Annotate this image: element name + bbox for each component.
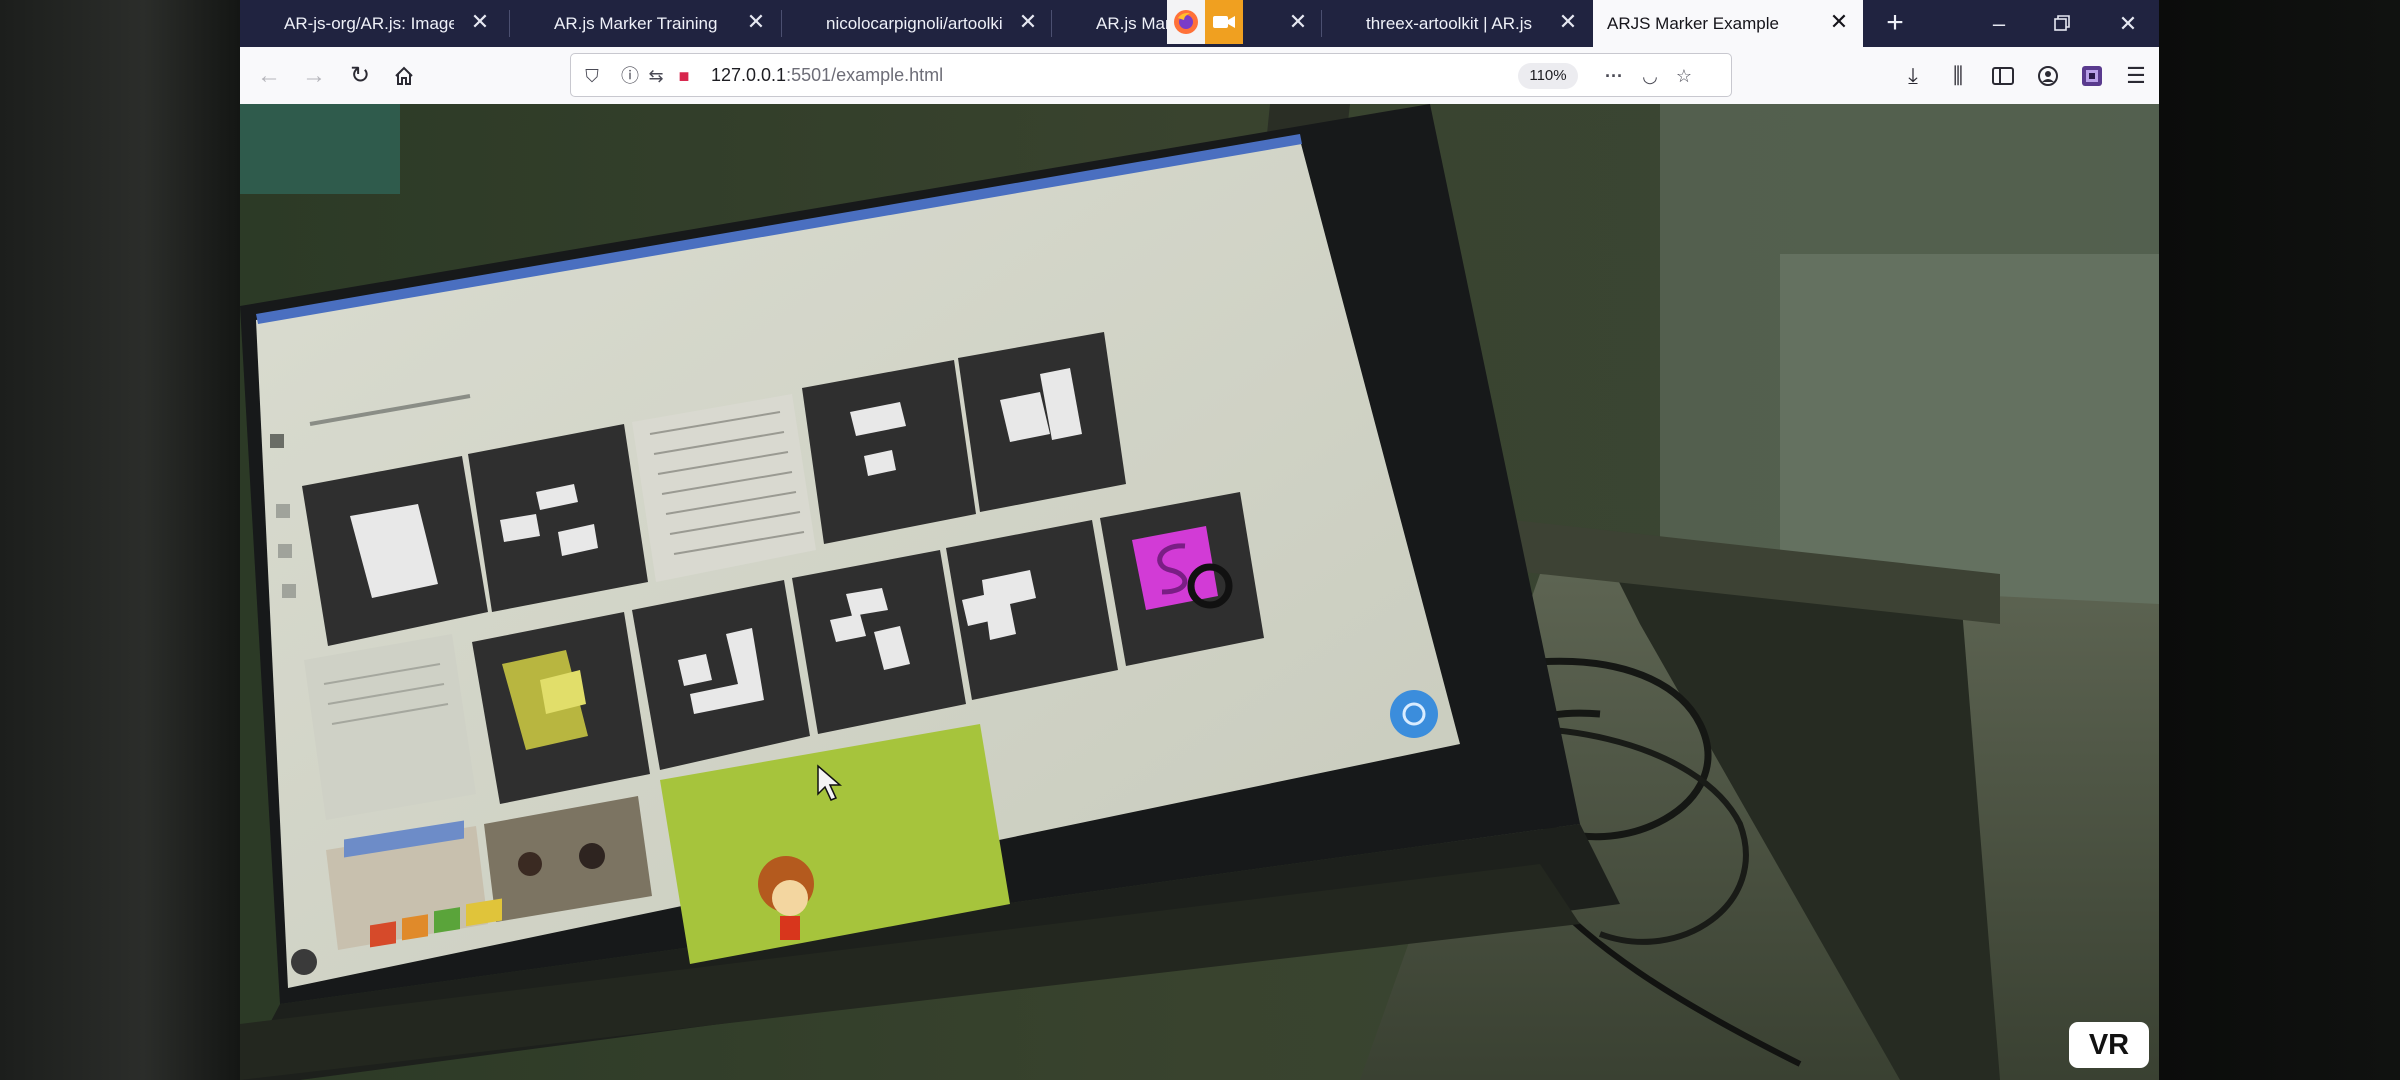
tracking-protection-icon[interactable]: ⛉ xyxy=(579,63,605,89)
close-window-button[interactable]: ✕ xyxy=(2098,0,2158,47)
tab-marker-training[interactable]: AR.js Marker Training ✕ xyxy=(510,0,780,47)
pocket-icon[interactable]: ◡ xyxy=(1637,63,1663,89)
restore-button[interactable] xyxy=(2032,0,2092,47)
close-tab-icon[interactable]: ✕ xyxy=(1554,8,1582,36)
screen-sidebar-icon xyxy=(270,434,284,448)
tab-strip: AR-js-org/AR.js: Image t ✕ AR.js Marker … xyxy=(240,0,2159,47)
screen-sidebar-icon xyxy=(282,584,296,598)
site-info-icon[interactable]: ⓘ xyxy=(617,63,643,89)
camera-feed xyxy=(240,104,2159,1080)
home-button[interactable] xyxy=(387,59,421,93)
camera-viewport: VR xyxy=(240,104,2159,1080)
character-face xyxy=(772,880,808,916)
close-tab-icon[interactable]: ✕ xyxy=(1825,8,1853,36)
close-tab-icon[interactable]: ✕ xyxy=(742,8,770,36)
camera-sharing-icon[interactable]: ■ xyxy=(671,63,697,89)
account-button[interactable] xyxy=(2031,59,2065,93)
back-arrow-icon: ← xyxy=(257,62,281,89)
color-chip xyxy=(370,921,396,948)
url-host: 127.0.0.1 xyxy=(711,65,787,85)
tab-label: AR-js-org/AR.js: Image t xyxy=(284,13,454,33)
url-path: :5501/example.html xyxy=(786,65,944,85)
forward-button[interactable]: → xyxy=(297,59,331,93)
tab-label: threex-artoolkit | AR.js xyxy=(1366,13,1532,33)
character-body xyxy=(780,916,800,940)
screen-corner-button xyxy=(291,949,317,975)
vr-button[interactable]: VR xyxy=(2069,1022,2149,1068)
thumbnail-person xyxy=(579,843,605,869)
tablet-fab xyxy=(1390,690,1438,738)
downloads-icon: ⤓ xyxy=(1908,63,1918,88)
navigation-toolbar: ← → ↻ ⛉ ⓘ ⇆ ■ 127.0.0.1:5501/example.htm… xyxy=(240,47,2159,105)
url-text[interactable]: 127.0.0.1:5501/example.html xyxy=(711,65,943,86)
permissions-icon[interactable]: ⇆ xyxy=(643,63,669,89)
marker-card xyxy=(632,580,810,770)
sidebar-button[interactable] xyxy=(1986,59,2020,93)
letterbox-left xyxy=(0,0,240,1080)
address-bar[interactable]: ⛉ ⓘ ⇆ ■ 127.0.0.1:5501/example.html 110%… xyxy=(570,53,1732,97)
tab-label: ARJS Marker Example xyxy=(1607,13,1779,33)
thumbnail-person xyxy=(518,852,542,876)
tab-ar-js-org[interactable]: AR-js-org/AR.js: Image t ✕ xyxy=(240,0,502,47)
downloads-button[interactable]: ⤓ xyxy=(1896,59,1930,93)
tab-label: nicolocarpignoli/artoolki xyxy=(826,13,1003,33)
zoom-level-button[interactable]: 110% xyxy=(1518,63,1578,89)
bookmark-star-icon[interactable]: ☆ xyxy=(1671,63,1697,89)
menu-button[interactable]: ☰ xyxy=(2119,59,2153,93)
close-tab-icon[interactable]: ✕ xyxy=(1284,8,1312,36)
close-tab-icon[interactable]: ✕ xyxy=(1014,8,1042,36)
tab-nicolocarpignoli[interactable]: nicolocarpignoli/artoolki ✕ xyxy=(782,0,1052,47)
new-tab-button[interactable]: + xyxy=(1874,0,1916,47)
tab-threex-artoolkit[interactable]: threex-artoolkit | AR.js ✕ xyxy=(1322,0,1592,47)
hamburger-menu-icon: ☰ xyxy=(2126,63,2146,88)
minimize-button[interactable]: – xyxy=(1969,0,2029,47)
camera-sharing-indicator-icon xyxy=(1205,0,1243,44)
teal-shape xyxy=(240,104,400,194)
back-button[interactable]: ← xyxy=(252,59,286,93)
tab-arjs-marker-example[interactable]: ARJS Marker Example ✕ xyxy=(1593,0,1863,47)
screen-sidebar-icon xyxy=(278,544,292,558)
color-chip xyxy=(434,907,460,934)
side-panel xyxy=(304,634,476,820)
browser-window: AR-js-org/AR.js: Image t ✕ AR.js Marker … xyxy=(240,0,2159,1080)
screen-sidebar-icon xyxy=(276,504,290,518)
extension-button[interactable] xyxy=(2075,59,2109,93)
reload-icon: ↻ xyxy=(349,62,371,89)
library-button[interactable]: ⫼ xyxy=(1941,59,1975,93)
firefox-sharing-icon xyxy=(1167,0,1205,44)
library-icon: ⫼ xyxy=(1952,63,1964,88)
extension-icon xyxy=(2082,66,2102,86)
marker-card xyxy=(468,424,648,612)
color-chip xyxy=(402,914,428,941)
letterbox-right xyxy=(2159,0,2400,1080)
account-icon xyxy=(2038,66,2058,86)
sidebar-icon xyxy=(1992,67,2014,85)
reload-button[interactable]: ↻ xyxy=(343,59,377,93)
home-icon xyxy=(395,66,413,85)
tab-label: AR.js Marker Training xyxy=(554,13,718,33)
close-tab-icon[interactable]: ✕ xyxy=(466,8,494,36)
forward-arrow-icon: → xyxy=(302,62,326,89)
more-actions-icon[interactable]: ··· xyxy=(1601,63,1627,89)
